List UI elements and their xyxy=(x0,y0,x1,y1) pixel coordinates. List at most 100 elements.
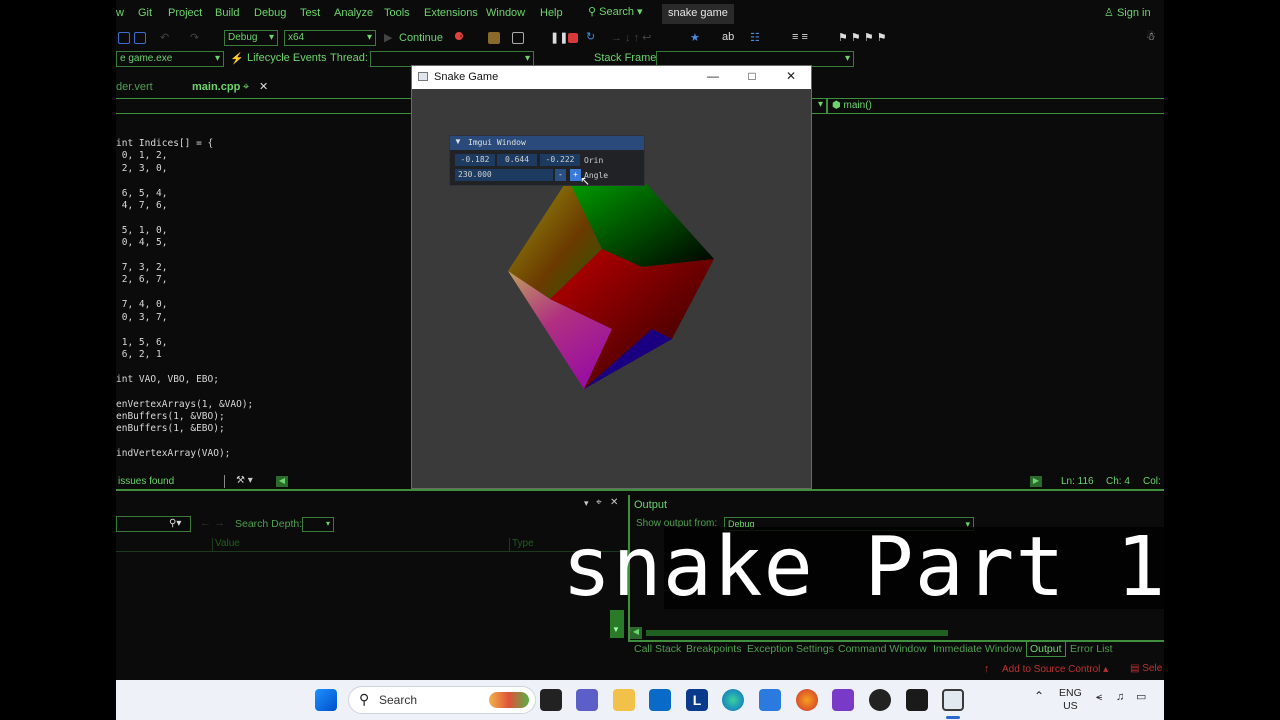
play-icon[interactable]: ▶ xyxy=(384,31,392,44)
close-tab-icon[interactable]: ✕ xyxy=(259,80,268,93)
tab-shader[interactable]: der.vert xyxy=(116,81,153,93)
panel-pin-icon[interactable]: ⌖ xyxy=(596,497,602,508)
function-nav[interactable]: ⬢ main() xyxy=(832,100,872,111)
line-number: Ln: 116 xyxy=(1061,476,1094,487)
angle-minus-button[interactable]: - xyxy=(555,169,566,181)
menu-item-window[interactable]: Window xyxy=(486,7,525,19)
save-icon[interactable] xyxy=(118,32,130,44)
panel-divider xyxy=(116,489,1164,491)
bookmark-icon[interactable]: ⚑ ⚑ ⚑ ⚑ xyxy=(838,31,887,44)
menu-item-tools[interactable]: Tools xyxy=(384,7,410,19)
battery-icon[interactable]: ▭ xyxy=(1136,691,1146,704)
close-icon[interactable]: ✕ xyxy=(781,69,801,83)
visual-studio-icon[interactable] xyxy=(832,689,854,711)
search-icon: ⚲ xyxy=(588,6,597,18)
configuration-select[interactable]: Debug ▾ xyxy=(224,30,278,46)
tab-error-list[interactable]: Error List xyxy=(1070,643,1113,655)
snake-game-window[interactable]: Snake Game — □ ✕ ▼ Imgui Window -0.182 0… xyxy=(411,65,812,489)
search-menu[interactable]: ⚲ Search ▾ xyxy=(588,5,643,18)
folder-icon[interactable] xyxy=(488,32,500,44)
menu-item-project[interactable]: Project xyxy=(168,7,202,19)
orin-z-field[interactable]: -0.222 xyxy=(540,154,580,166)
l-app-icon[interactable]: L xyxy=(686,689,708,711)
sign-in-link[interactable]: ♙ Sign in xyxy=(1104,6,1151,19)
save-all-icon[interactable] xyxy=(134,32,146,44)
stop-icon[interactable] xyxy=(568,33,578,43)
process-select[interactable]: e game.exe ▾ xyxy=(116,51,224,67)
maximize-icon[interactable]: □ xyxy=(742,69,762,83)
minimize-icon[interactable]: — xyxy=(703,69,723,83)
file-explorer-icon[interactable] xyxy=(613,689,635,711)
tab-immediate-window[interactable]: Immediate Window xyxy=(933,643,1022,655)
restart-icon[interactable]: ↻ xyxy=(586,30,595,43)
taskbar-search[interactable]: ⚲ Search xyxy=(348,686,536,714)
output-hscrollbar[interactable] xyxy=(646,630,948,636)
language-indicator[interactable]: ENG US xyxy=(1059,687,1082,713)
tab-call-stack[interactable]: Call Stack xyxy=(634,643,681,655)
tab-command-window[interactable]: Command Window xyxy=(838,643,927,655)
undo-icon[interactable]: ↶ xyxy=(160,31,169,44)
menu-item-help[interactable]: Help xyxy=(540,7,563,19)
start-icon[interactable] xyxy=(315,689,337,711)
pin-icon[interactable]: ⌖ xyxy=(243,81,249,94)
diagnostics-icon[interactable]: ☷ xyxy=(750,31,760,44)
snake-game-taskbar-icon[interactable] xyxy=(942,689,964,711)
tab-breakpoints[interactable]: Breakpoints xyxy=(686,643,741,655)
platform-select[interactable]: x64 ▾ xyxy=(284,30,376,46)
tab-main-cpp[interactable]: main.cpp xyxy=(192,81,240,93)
firefox-icon[interactable] xyxy=(796,689,818,711)
angle-field[interactable]: 230.000 xyxy=(455,169,553,181)
menu-item-build[interactable]: Build xyxy=(215,7,239,19)
broom-icon[interactable]: ⚒ ▾ xyxy=(236,475,253,486)
obs-icon[interactable] xyxy=(869,689,891,711)
imgui-title-bar[interactable]: ▼ Imgui Window xyxy=(450,136,644,150)
menu-item-view[interactable]: w xyxy=(116,7,124,19)
live-share-icon[interactable]: ☃ xyxy=(1146,30,1156,43)
editor-app-icon[interactable] xyxy=(759,689,781,711)
tray-chevron-icon[interactable]: ⌃ xyxy=(1034,690,1044,703)
menu-item-extensions[interactable]: Extensions xyxy=(424,7,478,19)
panel-close-icon[interactable]: ✕ xyxy=(610,497,618,508)
edge-icon[interactable] xyxy=(722,689,744,711)
cube-icon: ⬢ xyxy=(832,100,841,111)
select-repository[interactable]: ▤ Sele xyxy=(1130,663,1162,674)
mouse-cursor-icon: ↖ xyxy=(580,174,591,188)
store-icon[interactable] xyxy=(649,689,671,711)
teams-icon[interactable] xyxy=(576,689,598,711)
output-scroll-left-icon[interactable]: ◀ xyxy=(630,627,642,639)
spellcheck-icon[interactable]: ab xyxy=(722,31,734,43)
game-title-bar[interactable]: Snake Game — □ ✕ xyxy=(412,66,811,89)
menu-item-git[interactable]: Git xyxy=(138,7,152,19)
lifecycle-events-menu[interactable]: Lifecycle Events xyxy=(247,52,326,64)
watch-search-input[interactable]: ⚲▾ xyxy=(116,516,191,532)
tab-output[interactable]: Output xyxy=(1026,641,1066,657)
nav-dropdown-icon[interactable]: ▾ xyxy=(818,99,823,110)
redo-icon[interactable]: ↷ xyxy=(190,31,199,44)
back-arrow-icon[interactable]: ← → xyxy=(200,517,225,529)
add-to-source-control[interactable]: Add to Source Control ▴ xyxy=(1002,664,1108,675)
fire-icon[interactable]: ⚈ xyxy=(454,30,464,43)
volume-icon[interactable]: ♫ xyxy=(1116,691,1124,704)
search-depth-select[interactable]: ▾ xyxy=(302,517,334,532)
window-icon[interactable] xyxy=(512,32,524,44)
scroll-left-icon[interactable]: ◀ xyxy=(276,476,288,487)
format-icon[interactable]: ≡ ≡ xyxy=(792,31,808,43)
code-editor[interactable]: int Indices[] = { 0, 1, 2, 2, 3, 0, 6, 5… xyxy=(116,138,253,461)
collapse-triangle-icon[interactable]: ▼ xyxy=(454,137,462,146)
tab-exception-settings[interactable]: Exception Settings xyxy=(747,643,834,655)
menu-item-debug[interactable]: Debug xyxy=(254,7,286,19)
hot-reload-icon[interactable]: ★ xyxy=(690,31,700,44)
task-view-icon[interactable] xyxy=(540,689,562,711)
imgui-window[interactable]: ▼ Imgui Window -0.182 0.644 -0.222 Orin … xyxy=(449,135,645,186)
scroll-right-icon[interactable]: ▶ xyxy=(1030,476,1042,487)
menu-item-analyze[interactable]: Analyze xyxy=(334,7,373,19)
orin-y-field[interactable]: 0.644 xyxy=(497,154,537,166)
pause-icon[interactable]: ❚❚ xyxy=(550,31,568,44)
continue-button[interactable]: Continue xyxy=(399,32,443,44)
step-icons[interactable]: → ↓ ↑ ↩ xyxy=(611,31,651,44)
panel-menu-icon[interactable]: ▾ xyxy=(584,498,589,509)
menu-item-test[interactable]: Test xyxy=(300,7,320,19)
orin-x-field[interactable]: -0.182 xyxy=(455,154,495,166)
terminal-icon[interactable] xyxy=(906,689,928,711)
wifi-icon[interactable]: ⪪ xyxy=(1096,691,1102,704)
